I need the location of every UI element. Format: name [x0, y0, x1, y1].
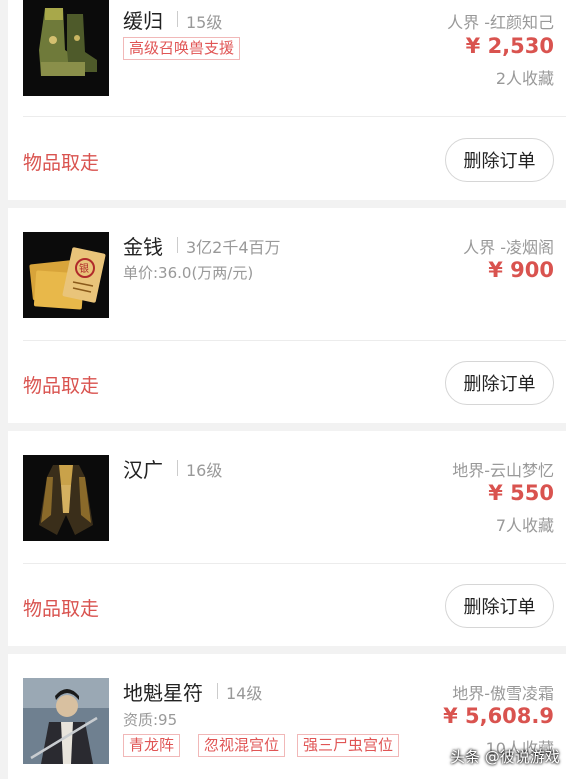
order-status: 物品取走: [23, 598, 100, 620]
order-card: 缓归 15级 高级召唤兽支援 人界 -红颜知己 ¥ 2,530 2人收藏 物品取…: [8, 0, 566, 200]
watermark: 头条 @彼说游戏: [450, 748, 560, 766]
price: ¥ 550: [488, 481, 554, 505]
item-level: 14级: [226, 684, 263, 703]
divider: [177, 11, 178, 27]
favorite-count: 7人收藏: [495, 516, 554, 535]
money-icon: 银: [23, 232, 109, 318]
order-status: 物品取走: [23, 375, 100, 397]
item-level: 15级: [186, 13, 223, 32]
divider: [217, 683, 218, 699]
item-name: 汉广: [123, 458, 163, 482]
price: ¥ 900: [488, 258, 554, 282]
server-name: 地界-云山梦忆: [452, 461, 554, 480]
server-name: 人界 -凌烟阁: [463, 238, 554, 257]
skill-tag: 青龙阵: [123, 734, 181, 757]
order-card: 银 金钱 3亿2千4百万 单价:36.0(万两/元) 人界 -凌烟阁 ¥ 900…: [8, 208, 566, 423]
unit-price: 单价:36.0(万两/元): [123, 264, 254, 282]
divider: [23, 340, 566, 341]
delete-order-button[interactable]: 删除订单: [445, 584, 554, 628]
server-name: 地界-傲雪凌霜: [452, 684, 554, 703]
item-amount: 3亿2千4百万: [186, 238, 281, 257]
server-name: 人界 -红颜知己: [447, 13, 554, 32]
item-name: 地魁星符: [123, 681, 203, 705]
price: ¥ 5,608.9: [443, 704, 554, 728]
delete-order-button[interactable]: 删除订单: [445, 138, 554, 182]
price: ¥ 2,530: [465, 34, 554, 58]
order-status: 物品取走: [23, 152, 100, 174]
item-name: 金钱: [123, 235, 163, 259]
warrior-portrait-icon: [23, 678, 109, 764]
favorite-count: 2人收藏: [495, 69, 554, 88]
divider: [177, 237, 178, 253]
order-card: 汉广 16级 地界-云山梦忆 ¥ 550 7人收藏 物品取走 删除订单: [8, 431, 566, 646]
svg-text:银: 银: [79, 262, 89, 275]
item-level: 16级: [186, 461, 223, 480]
item-name: 缓归: [123, 9, 163, 33]
divider: [23, 563, 566, 564]
skill-tag: 强三尸虫宫位: [297, 734, 400, 757]
item-quality: 资质:95: [123, 711, 178, 729]
boots-icon: [23, 0, 109, 96]
skill-tag: 高级召唤兽支援: [123, 37, 241, 60]
robe-armor-icon: [23, 455, 109, 541]
divider: [23, 116, 566, 117]
divider: [177, 460, 178, 476]
delete-order-button[interactable]: 删除订单: [445, 361, 554, 405]
skill-tag: 忽视混宫位: [198, 734, 286, 757]
